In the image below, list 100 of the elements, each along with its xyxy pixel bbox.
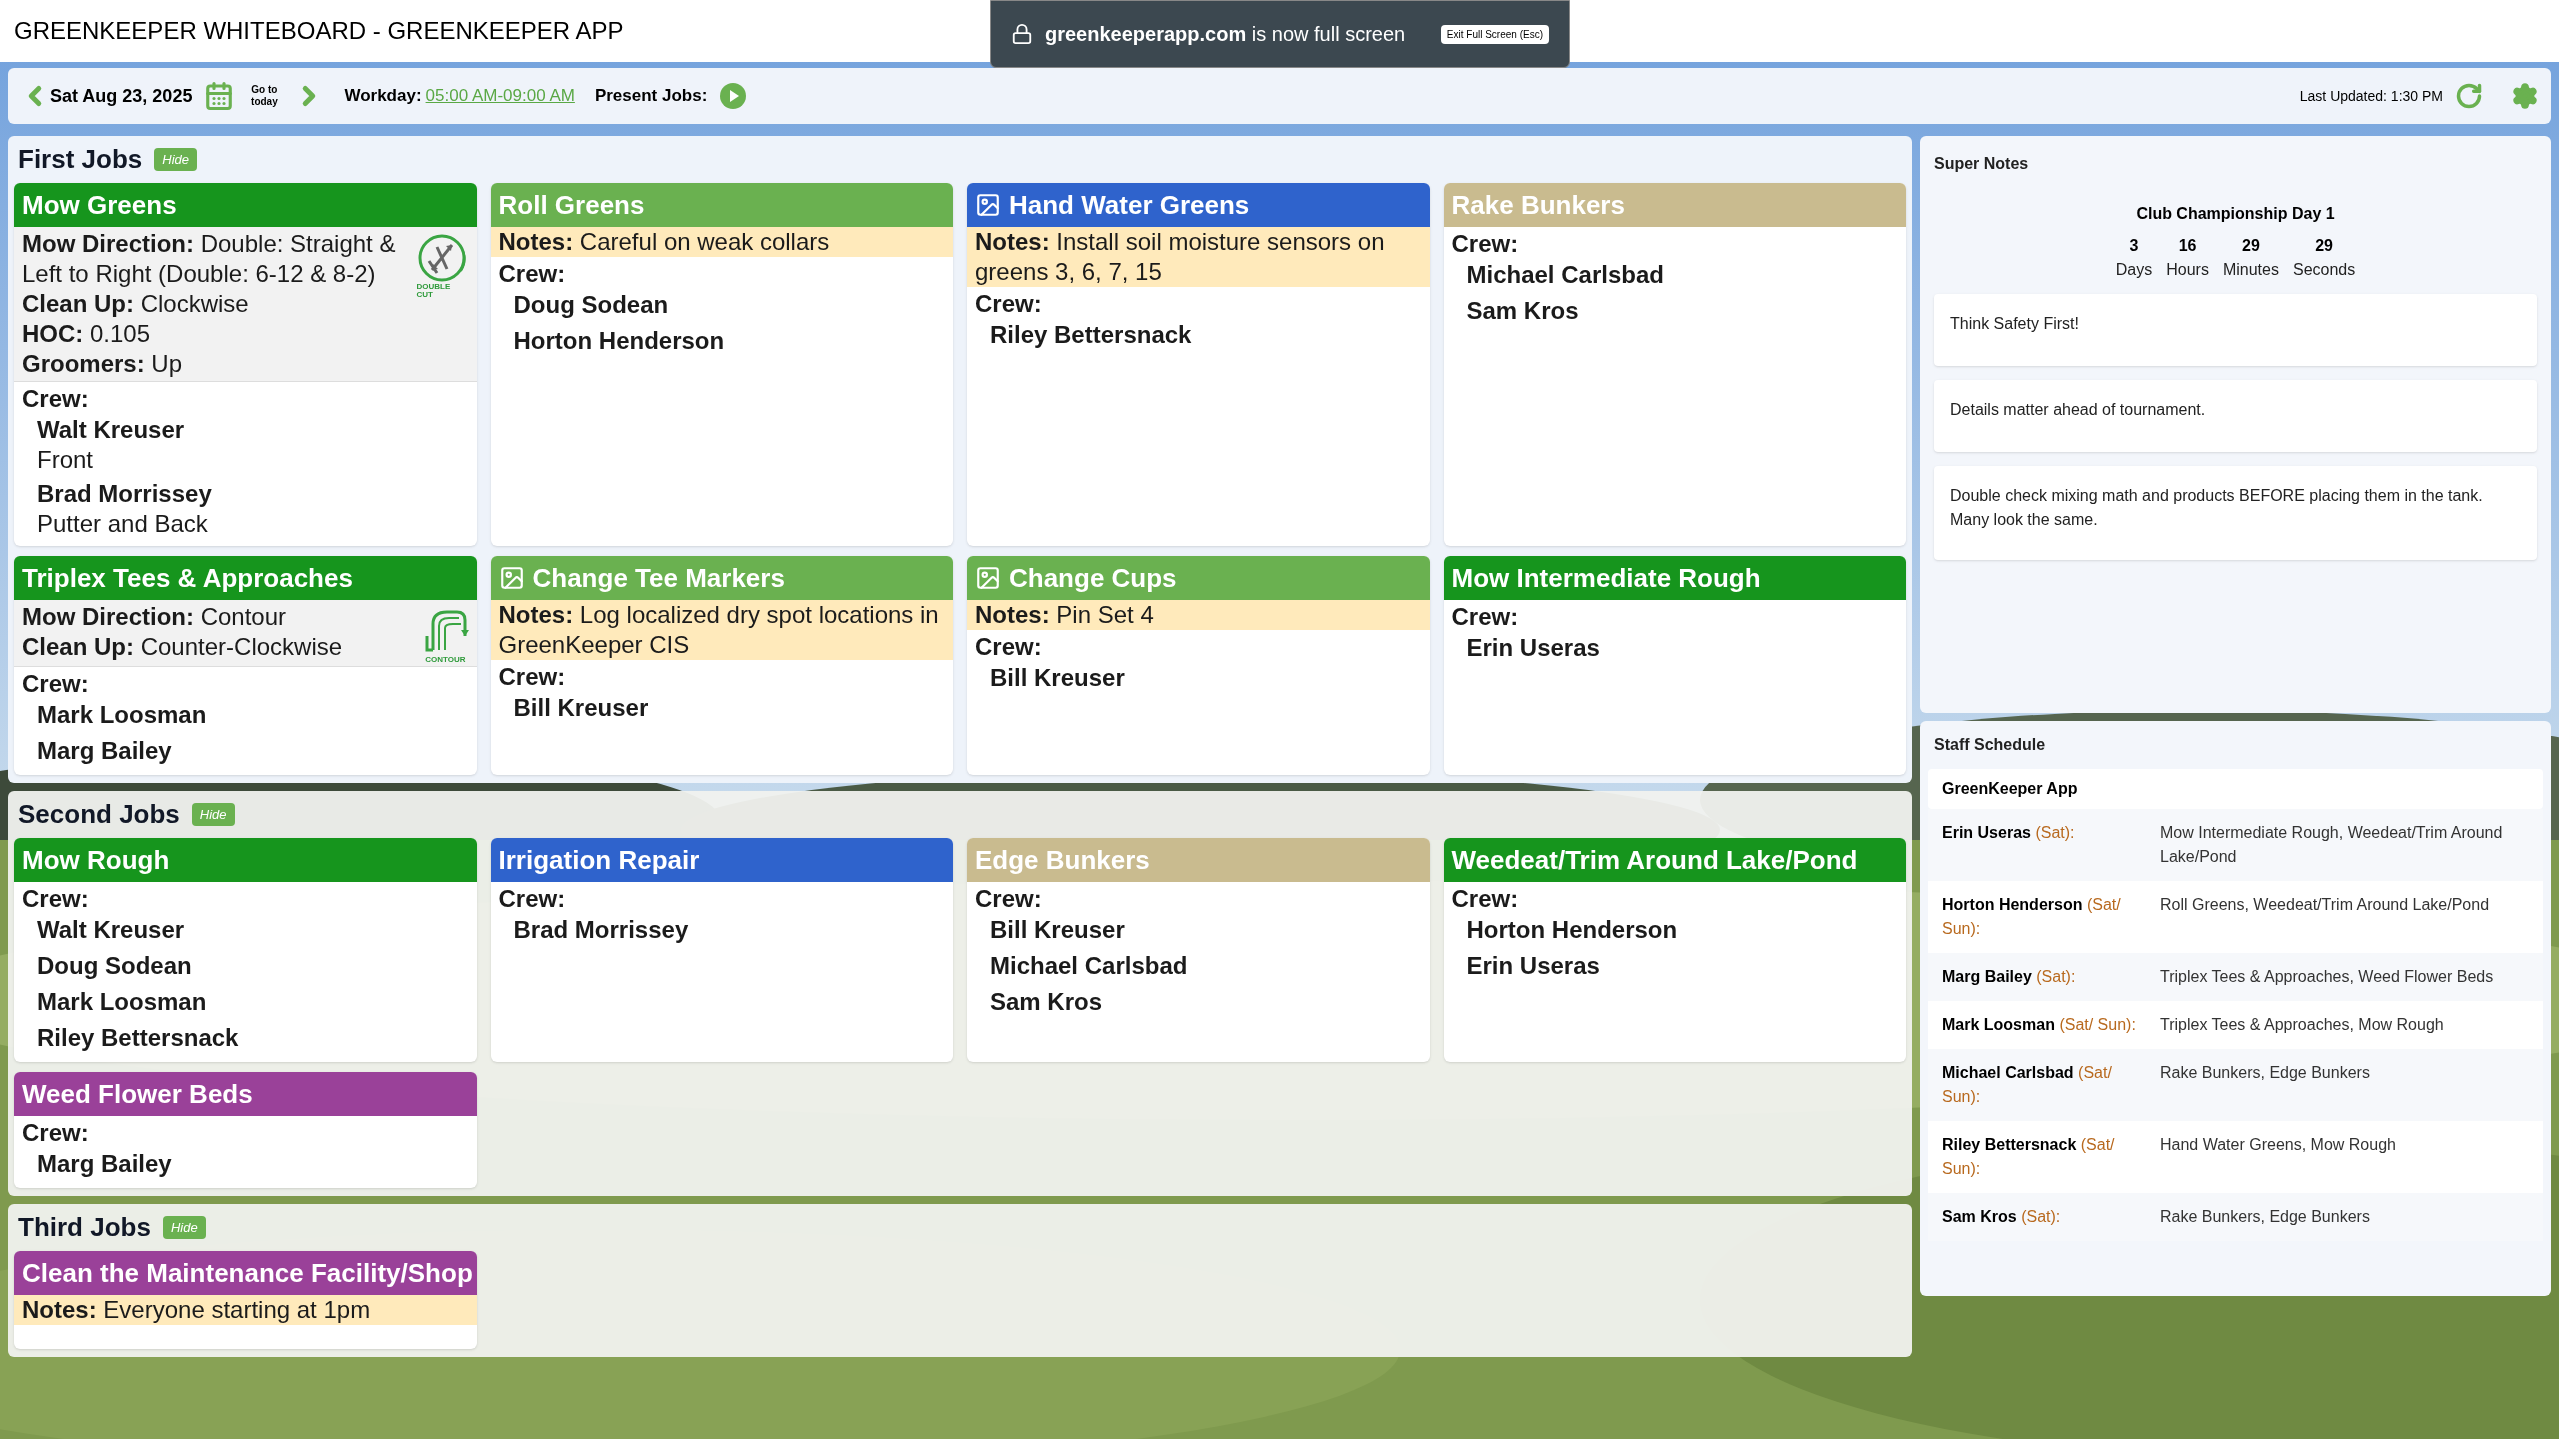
image-icon	[975, 565, 1001, 591]
refresh-icon[interactable]	[2455, 82, 2483, 110]
crew-label: Crew:	[22, 884, 90, 914]
note-card: Details matter ahead of tournament.	[1934, 380, 2537, 452]
job-notes: Notes: Log localized dry spot locations in GreenKeeper CIS	[490, 600, 953, 660]
icon-caption: DOUBLE CUT	[416, 283, 452, 299]
countdown-unit: Hours	[2166, 260, 2209, 280]
crossed-arrows-icon	[416, 233, 469, 283]
crew-member-name: Marg Bailey	[37, 1149, 173, 1179]
icon-caption: CONTOUR	[425, 656, 466, 664]
crew-label: Crew:	[975, 632, 1043, 662]
crew-member-name: Bill Kreuser	[990, 915, 1126, 945]
job-detail-text: HOC: 0.105	[22, 319, 152, 349]
job-card[interactable]: Weedeat/Trim Around Lake/Pond Crew: Horton Henderson Erin Useras	[1443, 838, 1906, 1062]
crew-label: Crew:	[1451, 229, 1520, 259]
job-card[interactable]: Weed Flower Beds Crew: Marg Bailey	[14, 1072, 477, 1188]
crew-member-name: Bill Kreuser	[990, 663, 1126, 693]
job-title: Roll Greens	[498, 192, 645, 218]
countdown-unit: Minutes	[2222, 260, 2279, 280]
image-icon	[498, 565, 525, 591]
job-card[interactable]: Change Cups Notes: Pin Set 4 Crew: Bill Kreuser	[967, 556, 1430, 775]
section-title: First Jobs	[18, 143, 143, 176]
fullscreen-message: greenkeeperapp.com is now full screen	[1045, 22, 1406, 47]
panel-title: Staff Schedule	[1933, 735, 2047, 755]
crew-label: Crew:	[22, 1118, 90, 1148]
job-detail-text: Mow Direction: Contour	[22, 602, 288, 632]
job-title: Clean the Maintenance Facility/Shop	[22, 1260, 473, 1286]
staff-jobs: Triplex Tees & Approaches, Mow Rough	[2160, 1015, 2445, 1035]
job-detail-text: Clean Up: Counter-Clockwise	[22, 632, 343, 662]
staff-name: Michael Carlsbad (Sat/ Sun):	[1942, 1063, 2113, 1107]
calendar-icon[interactable]	[204, 81, 235, 111]
job-title: Change Cups	[1009, 565, 1177, 591]
crew-label: Crew:	[975, 884, 1043, 914]
crew-member-name: Marg Bailey	[37, 736, 173, 766]
note-card: Think Safety First!	[1934, 294, 2537, 366]
window-title: GREENKEEPER WHITEBOARD - GREENKEEPER APP	[14, 16, 624, 46]
staff-jobs: Triplex Tees & Approaches, Weed Flower Beds	[2160, 967, 2495, 987]
job-card[interactable]: Change Tee Markers Notes: Log localized dry spot locations in GreenKeeper CIS Crew: Bill Kreuser	[490, 556, 953, 775]
crew-member-name: Michael Carlsbad	[1466, 260, 1665, 290]
crew-member-name: Brad Morrissey	[513, 915, 690, 945]
job-title: Weed Flower Beds	[22, 1081, 253, 1107]
countdown-unit: Seconds	[2292, 260, 2356, 280]
exit-fullscreen-button[interactable]: Exit Full Screen (Esc)	[1440, 24, 1549, 44]
job-card[interactable]: Clean the Maintenance Facility/Shop Notes: Everyone starting at 1pm	[14, 1251, 477, 1349]
section-title: Second Jobs	[18, 798, 180, 831]
crew-member-name: Horton Henderson	[1466, 915, 1679, 945]
settings-icon[interactable]	[2511, 82, 2539, 110]
crew-member-name: Erin Useras	[1466, 951, 1601, 981]
job-notes: Notes: Everyone starting at 1pm	[14, 1295, 477, 1325]
image-icon	[975, 192, 1001, 218]
job-card[interactable]: Hand Water Greens Notes: Install soil moisture sensors on greens 3, 6, 7, 15 Crew: Riley Bettersnack	[967, 183, 1430, 546]
crew-member-name: Sam Kros	[990, 987, 1104, 1017]
crew-member-name: Walt Kreuser	[37, 415, 186, 445]
crew-label: Crew:	[975, 289, 1043, 319]
panel-title: Super Notes	[1934, 154, 2030, 174]
crew-member-name: Mark Loosman	[37, 987, 208, 1017]
crew-label: Crew:	[22, 669, 90, 699]
job-notes: Notes: Pin Set 4	[967, 600, 1430, 630]
job-card[interactable]: Mow Intermediate Rough Crew: Erin Useras	[1443, 556, 1906, 775]
date-text: Sat Aug 23, 2025	[50, 84, 193, 108]
job-title: Mow Intermediate Rough	[1451, 565, 1761, 591]
crew-member-name: Horton Henderson	[513, 326, 726, 356]
countdown-value: 16	[2178, 236, 2197, 256]
go-to-today-button[interactable]: Go to today	[246, 84, 283, 108]
staff-jobs: Hand Water Greens, Mow Rough	[2160, 1135, 2397, 1155]
note-card: Double check mixing math and products BEFORE placing them in the tank. Many look the same.	[1934, 466, 2537, 560]
crew-member-name: Walt Kreuser	[37, 915, 186, 945]
present-jobs-label: Present Jobs:	[594, 85, 708, 108]
play-icon[interactable]	[719, 82, 748, 110]
crew-member-name: Erin Useras	[1466, 633, 1601, 663]
crew-member-role: Front	[37, 446, 94, 474]
job-card[interactable]: Triplex Tees & Approaches Mow Direction: Contour Clean Up: Counter-Clockwise CONTOUR Crew: Mark Loosman Marg Bailey	[14, 556, 477, 775]
staff-jobs: Rake Bunkers, Edge Bunkers	[2160, 1063, 2371, 1083]
job-card[interactable]: Irrigation Repair Crew: Brad Morrissey	[490, 838, 953, 1062]
job-title: Edge Bunkers	[975, 847, 1150, 873]
job-card[interactable]: Roll Greens Notes: Careful on weak collars Crew: Doug Sodean Horton Henderson	[490, 183, 953, 546]
crew-label: Crew:	[498, 884, 567, 914]
countdown-value: 29	[2242, 236, 2260, 256]
crew-member-name: Sam Kros	[1466, 296, 1580, 326]
job-card[interactable]: Mow Rough Crew: Walt Kreuser Doug Sodean Mark Loosman Riley Bettersnack	[14, 838, 477, 1062]
event-title: Club Championship Day 1	[2135, 204, 2336, 224]
job-title: Mow Greens	[22, 192, 177, 218]
job-detail-text: Clean Up: Clockwise	[22, 289, 250, 319]
countdown-value: 29	[2315, 236, 2333, 256]
job-notes: Notes: Careful on weak collars	[490, 227, 953, 257]
job-notes: Notes: Install soil moisture sensors on greens 3, 6, 7, 15	[967, 227, 1430, 287]
crew-label: Crew:	[498, 662, 567, 692]
crew-label: Crew:	[22, 384, 90, 414]
crew-member-name: Mark Loosman	[37, 700, 208, 730]
staff-name: Mark Loosman (Sat/ Sun):	[1942, 1015, 2137, 1035]
job-card[interactable]: Edge Bunkers Crew: Bill Kreuser Michael Carlsbad Sam Kros	[967, 838, 1430, 1062]
job-title: Hand Water Greens	[1009, 192, 1250, 218]
countdown-unit: Days	[2115, 260, 2153, 280]
job-detail-text: Mow Direction: Double: Straight & Left to Right (Double: 6-12 & 8-2)	[22, 229, 397, 289]
job-card[interactable]: Mow Greens Mow Direction: Double: Straight & Left to Right (Double: 6-12 & 8-2) Clean Up: Clockwise HOC: 0.105 Groomers: Up DOUBLE CUT Crew: Walt Kreuser Front Brad Morrissey Putter and Back	[14, 183, 477, 546]
countdown-value: 3	[2129, 236, 2139, 256]
staff-name: Horton Henderson (Sat/ Sun):	[1942, 895, 2122, 939]
staff-name: Erin Useras (Sat):	[1942, 823, 2076, 843]
staff-jobs: Roll Greens, Weedeat/Trim Around Lake/Pond	[2160, 895, 2491, 915]
job-card[interactable]: Rake Bunkers Crew: Michael Carlsbad Sam Kros	[1443, 183, 1906, 546]
